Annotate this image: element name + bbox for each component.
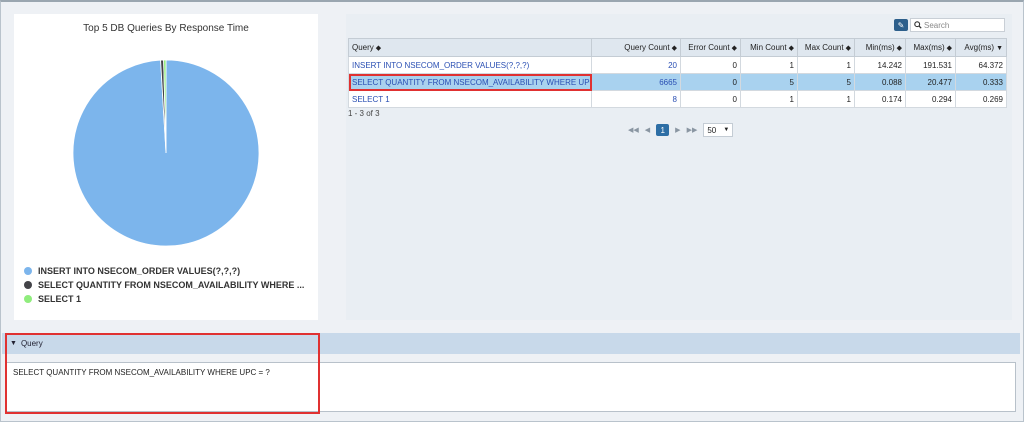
records-count: 1 - 3 of 3 [348, 109, 380, 118]
last-page-icon[interactable]: ▶▶ [687, 126, 698, 134]
export-button[interactable]: ✎ [894, 19, 908, 31]
min-count-cell: 5 [740, 73, 798, 91]
min-ms-cell: 14.242 [854, 56, 906, 74]
min-ms-cell: 0.088 [854, 73, 906, 91]
col-header-query-count[interactable]: Query Count ◆ [591, 38, 681, 57]
col-header-error-count[interactable]: Error Count ◆ [680, 38, 741, 57]
table-header-row: Query ◆ Query Count ◆ Error Count ◆ Min Cou… [348, 38, 1007, 57]
query-count-cell[interactable]: 20 [591, 56, 681, 74]
error-count-cell: 0 [680, 90, 741, 108]
max-ms-cell: 20.477 [905, 73, 956, 91]
legend-item[interactable]: SELECT 1 [24, 292, 304, 306]
error-count-cell: 0 [680, 73, 741, 91]
collapse-caret-icon: ▼ [10, 340, 17, 347]
sort-icon: ◆ [845, 45, 851, 52]
avg-ms-cell: 0.333 [955, 73, 1007, 91]
query-section-title: Query [20, 339, 43, 348]
col-header-query[interactable]: Query ◆ [348, 38, 592, 57]
search-box[interactable] [910, 18, 1005, 32]
legend-label: SELECT QUANTITY FROM NSECOM_AVAILABILITY… [38, 280, 305, 290]
max-count-cell: 5 [797, 73, 855, 91]
sort-icon: ◆ [375, 45, 382, 52]
col-header-min-count[interactable]: Min Count ◆ [740, 38, 798, 57]
query-count-cell[interactable]: 8 [591, 90, 681, 108]
current-page-button[interactable]: 1 [656, 124, 670, 136]
query-count-cell[interactable]: 6665 [591, 73, 681, 91]
min-count-cell: 1 [740, 90, 798, 108]
query-section-header[interactable]: ▼ Query [2, 333, 1020, 354]
search-icon [914, 21, 922, 29]
legend-item[interactable]: INSERT INTO NSECOM_ORDER VALUES(?,?,?) [24, 264, 304, 278]
query-text-area[interactable]: SELECT QUANTITY FROM NSECOM_AVAILABILITY… [6, 362, 1016, 412]
min-count-cell: 1 [740, 56, 798, 74]
sort-icon: ◆ [731, 45, 737, 52]
col-header-max-ms[interactable]: Max(ms) ◆ [905, 38, 956, 57]
chevron-down-icon: ▼ [723, 127, 730, 133]
legend-marker-icon [24, 281, 32, 289]
query-table-panel: ✎ Query◆ Query Count◆ Error Count◆ Min C… [346, 14, 1012, 320]
query-cell[interactable]: SELECT 1 [348, 90, 592, 108]
sort-icon: ◆ [671, 45, 677, 52]
table-row[interactable]: INSERT INTO NSECOM_ORDER VALUES(?,?,?) 2… [348, 56, 1007, 74]
legend-marker-icon [24, 267, 32, 275]
min-ms-cell: 0.174 [854, 90, 906, 108]
legend-marker-icon [24, 295, 32, 303]
export-icon: ✎ [897, 20, 905, 30]
pie-chart-card: Top 5 DB Queries By Response Time INSERT… [14, 14, 318, 320]
legend-item[interactable]: SELECT QUANTITY FROM NSECOM_AVAILABILITY… [24, 278, 304, 292]
sort-icon: ◆ [896, 45, 902, 52]
table-toolbar: ✎ [346, 14, 1012, 36]
search-input[interactable] [924, 20, 1004, 30]
legend-label: SELECT 1 [38, 294, 82, 304]
query-cell[interactable]: SELECT QUANTITY FROM NSECOM_AVAILABILITY… [348, 73, 592, 91]
first-page-icon[interactable]: ◀◀ [628, 126, 639, 134]
pagination: ◀◀ ◀ 1 ▶ ▶▶ 50 ▼ [628, 123, 734, 137]
chart-legend: INSERT INTO NSECOM_ORDER VALUES(?,?,?) SE… [24, 264, 304, 306]
pie-chart [72, 59, 260, 247]
max-count-cell: 1 [797, 90, 855, 108]
query-text: SELECT QUANTITY FROM NSECOM_AVAILABILITY… [13, 368, 270, 377]
col-header-avg-ms[interactable]: Avg(ms) ▼ [955, 38, 1007, 57]
query-cell[interactable]: INSERT INTO NSECOM_ORDER VALUES(?,?,?) [348, 56, 592, 74]
legend-label: INSERT INTO NSECOM_ORDER VALUES(?,?,?) [38, 266, 241, 276]
max-count-cell: 1 [797, 56, 855, 74]
max-ms-cell: 191.531 [905, 56, 956, 74]
table-row-selected[interactable]: SELECT QUANTITY FROM NSECOM_AVAILABILITY… [348, 73, 1007, 91]
table-row[interactable]: SELECT 1 8 0 1 1 0.174 0.294 0.269 [348, 90, 1007, 108]
avg-ms-cell: 0.269 [955, 90, 1007, 108]
max-ms-cell: 0.294 [905, 90, 956, 108]
sort-desc-icon: ▼ [996, 45, 1003, 52]
sort-icon: ◆ [946, 45, 952, 52]
page-size-value: 50 [707, 125, 717, 135]
avg-ms-cell: 64.372 [955, 56, 1007, 74]
next-page-icon[interactable]: ▶ [675, 126, 680, 134]
sort-icon: ◆ [788, 45, 794, 52]
query-table: Query ◆ Query Count ◆ Error Count ◆ Min Cou… [348, 38, 1007, 108]
page-size-select[interactable]: 50 ▼ [703, 123, 734, 137]
prev-page-icon[interactable]: ◀ [645, 126, 650, 134]
col-header-min-ms[interactable]: Min(ms) ◆ [854, 38, 906, 57]
col-header-max-count[interactable]: Max Count ◆ [797, 38, 855, 57]
error-count-cell: 0 [680, 56, 741, 74]
